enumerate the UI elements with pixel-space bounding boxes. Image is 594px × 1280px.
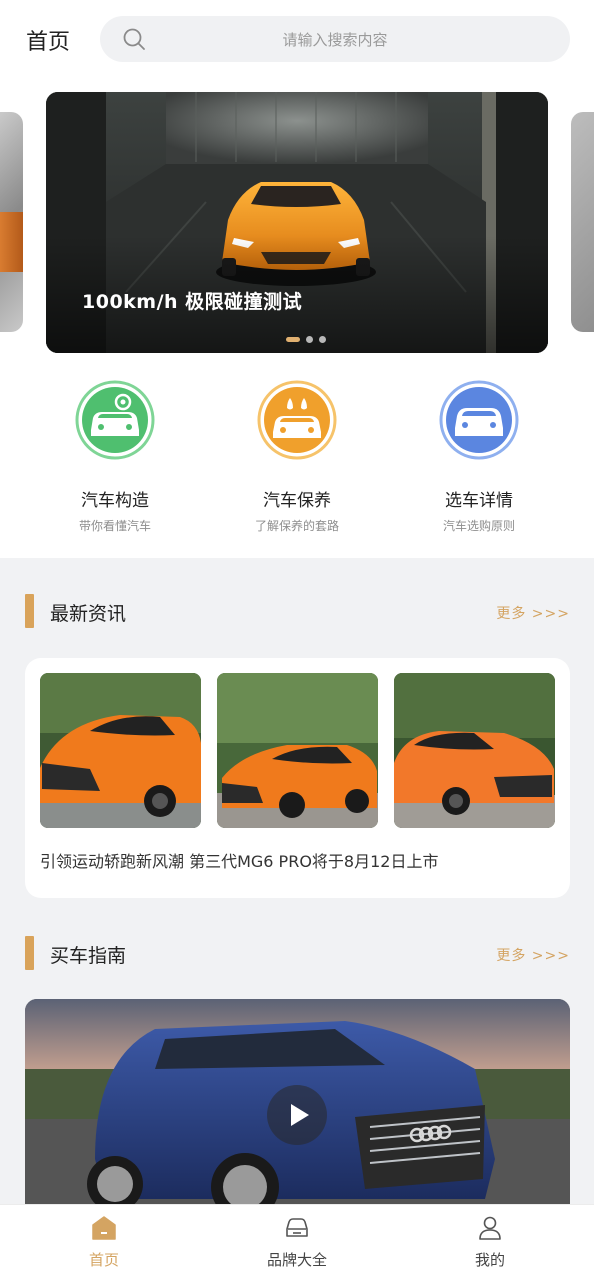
play-icon: [291, 1104, 309, 1126]
entry-car-maintenance[interactable]: 汽车保养 了解保养的套路: [222, 380, 372, 534]
search-placeholder: 请输入搜索内容: [282, 31, 388, 49]
news-image: [217, 673, 378, 828]
entry-title: 选车详情: [445, 491, 513, 511]
tab-label: 品牌大全: [266, 1251, 327, 1269]
section-accent-bar: [25, 936, 34, 970]
news-more-link[interactable]: 更多 >>>: [496, 603, 570, 623]
top-header: 首页 请输入搜索内容: [0, 0, 594, 80]
news-image: [394, 673, 555, 828]
tab-mine[interactable]: 我的: [391, 1205, 589, 1280]
car-front-icon: [286, 1218, 308, 1237]
tab-home[interactable]: 首页: [5, 1205, 203, 1280]
guide-section-header: 买车指南 更多 >>>: [25, 936, 570, 970]
carousel-dot: [286, 336, 300, 342]
bottom-tab-bar: 首页 品牌大全 我的: [0, 1204, 594, 1280]
tab-label: 我的: [474, 1251, 505, 1269]
entry-subtitle: 带你看懂汽车: [78, 519, 151, 533]
banner-slide[interactable]: 100km/h 极限碰撞测试: [46, 92, 548, 353]
carousel-indicator: [286, 335, 326, 343]
section-title: 最新资讯: [50, 603, 127, 625]
home-icon: [92, 1216, 116, 1240]
news-headline[interactable]: 引领运动轿跑新风潮 第三代MG6 PRO将于8月12日上市: [40, 848, 438, 872]
news-image: [40, 673, 201, 828]
carousel-dot: [319, 335, 326, 343]
entry-subtitle: 汽车选购原则: [442, 519, 515, 533]
banner-caption: 100km/h 极限碰撞测试: [82, 291, 303, 313]
search-input[interactable]: 请输入搜索内容: [100, 16, 570, 62]
car-gear-icon: [75, 380, 155, 460]
banner-prev-slide[interactable]: [0, 112, 23, 332]
tab-brands[interactable]: 品牌大全: [198, 1205, 396, 1280]
user-icon: [479, 1216, 501, 1240]
entry-car-selection[interactable]: 选车详情 汽车选购原则: [404, 380, 554, 534]
entry-title: 汽车构造: [81, 491, 149, 511]
section-accent-bar: [25, 594, 34, 628]
guide-video-card[interactable]: [25, 999, 570, 1214]
tab-label: 首页: [88, 1251, 119, 1269]
car-icon: [439, 380, 519, 460]
page-title: 首页: [26, 30, 71, 55]
play-button[interactable]: [267, 1085, 327, 1145]
news-section-header: 最新资讯 更多 >>>: [25, 594, 570, 628]
car-wash-icon: [257, 380, 337, 460]
carousel-dot: [306, 335, 313, 343]
section-title: 买车指南: [50, 945, 127, 967]
entry-car-structure[interactable]: 汽车构造 带你看懂汽车: [40, 380, 190, 534]
guide-more-link[interactable]: 更多 >>>: [496, 945, 570, 965]
entry-subtitle: 了解保养的套路: [254, 519, 339, 533]
banner-next-slide[interactable]: [571, 112, 594, 332]
entry-title: 汽车保养: [263, 491, 331, 511]
news-card[interactable]: 引领运动轿跑新风潮 第三代MG6 PRO将于8月12日上市: [25, 658, 570, 898]
